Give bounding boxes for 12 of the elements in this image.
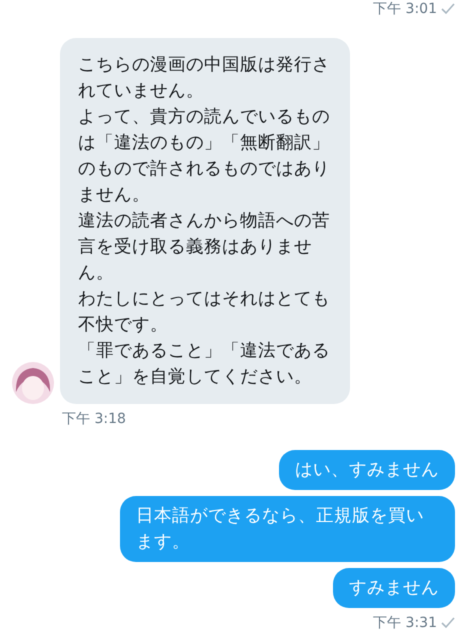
message-text: よって、貴方の読んでいるものは「違法のもの」「無断翻訳」のもので許されるものではありません。	[78, 106, 331, 207]
message-text: すみません	[349, 577, 439, 600]
message-text: 違法の読者さんから物語への苦言を受け取る義務はありません。	[78, 210, 331, 285]
avatar-icon	[12, 362, 54, 404]
message-time: 下午 3:31	[373, 614, 437, 632]
message-time: 下午 3:01	[373, 0, 437, 18]
message-text: わたしにとってはそれはとても不快です。	[78, 288, 331, 337]
message-text: 日本語ができるなら、正規版を買います。	[136, 505, 425, 554]
message-text: はい、すみません	[295, 459, 439, 482]
message-text: こちらの漫画の中国版は発行されていません。	[78, 54, 331, 103]
message-text: 「罪であること」「違法であること」を自覚してください。	[78, 340, 331, 389]
message-time: 下午 3:18	[62, 410, 126, 428]
